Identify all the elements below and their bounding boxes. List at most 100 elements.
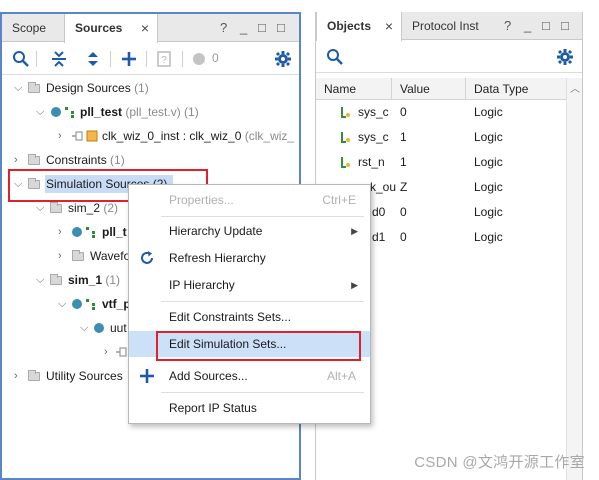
chevron-right-icon[interactable]: › [104,340,114,364]
properties-icon[interactable]: ? [155,50,173,68]
menu-item-ip-hierarchy[interactable]: IP Hierarchy ▶ [129,272,370,298]
vertical-scrollbar[interactable]: ︿ [566,78,582,480]
menu-item-label: Refresh Hierarchy [169,251,266,265]
search-icon[interactable] [326,48,344,66]
add-icon[interactable] [120,50,138,68]
tree-count: (2) [103,201,119,215]
tree-label: Utility Sources [46,369,123,383]
gear-icon[interactable] [556,48,574,66]
annotation-highlight-box [156,331,361,361]
tab-objects[interactable]: Objects × [316,12,402,41]
column-header-name[interactable]: Name [316,78,392,100]
folder-icon [28,370,40,381]
add-icon [140,369,154,383]
menu-item-report-ip-status[interactable]: Report IP Status [129,395,370,421]
folder-icon [50,202,62,213]
cell-name: d1 [372,230,386,244]
menu-item-add-sources[interactable]: Add Sources... Alt+A [129,363,370,389]
table-row[interactable]: sys_c 1 Logic [316,125,564,150]
ip-pin-icon [72,131,83,141]
folder-icon [28,154,40,165]
tab-protocol-label: Protocol Inst [412,19,479,33]
table-row[interactable]: sys_c 0 Logic [316,100,564,125]
chevron-right-icon[interactable]: › [58,244,68,268]
objects-tabbar: Objects × Protocol Inst ? _ □ □ [316,12,582,41]
toolbar-divider [36,51,37,67]
collapse-all-icon[interactable] [50,50,68,68]
watermark: CSDN @文鸿开源工作室 [414,454,585,471]
cell-type: Logic [474,130,503,144]
menu-item-label: Hierarchy Update [169,224,263,238]
menu-item-properties[interactable]: Properties... Ctrl+E [129,187,370,213]
menu-item-shortcut: Alt+A [326,369,356,383]
chevron-right-icon[interactable]: › [14,364,24,388]
close-icon[interactable]: × [385,12,393,40]
folder-icon [28,82,40,93]
submenu-arrow-icon: ▶ [351,226,358,236]
ip-core-icon [86,130,98,142]
tree-label: Wavefo [90,249,131,263]
menu-item-refresh-hierarchy[interactable]: Refresh Hierarchy [129,245,370,271]
maximize-icon[interactable]: □ [258,14,266,42]
submenu-arrow-icon: ▶ [351,280,358,290]
cell-value: 0 [400,105,407,119]
menu-item-hierarchy-update[interactable]: Hierarchy Update ▶ [129,218,370,244]
menu-separator [161,216,364,217]
cell-type: Logic [474,155,503,169]
chevron-down-icon[interactable]: ⌵ [14,76,24,100]
minimize-icon[interactable]: _ [240,14,247,42]
tree-file: (pll_test.v) (1) [125,105,199,119]
cell-name: d0 [372,205,386,219]
cell-type: Logic [474,205,503,219]
chevron-down-icon[interactable]: ⌵ [58,292,68,316]
search-icon[interactable] [12,50,30,68]
top-module-icon [72,227,82,237]
cell-type: Logic [474,180,503,194]
tree-label: sim_2 [68,201,101,215]
table-row[interactable]: rst_n 1 Logic [316,150,564,175]
expand-all-icon[interactable] [84,50,102,68]
chevron-down-icon[interactable]: ⌵ [80,316,90,340]
column-header-type[interactable]: Data Type [466,78,566,100]
status-dot-icon [193,53,205,65]
tree-label: clk_wiz_0_inst : clk_wiz_0 [102,129,242,143]
folder-icon [72,250,84,261]
chevron-right-icon[interactable]: › [58,124,68,148]
restore-icon[interactable]: □ [561,12,569,40]
minimize-icon[interactable]: _ [524,12,531,40]
chevron-down-icon[interactable]: ⌵ [36,100,46,124]
folder-icon [50,274,62,285]
tree-label: pll_t [102,225,127,239]
maximize-icon[interactable]: □ [542,12,550,40]
tab-sources-label: Sources [75,21,123,35]
tree-label: pll_test [80,105,123,119]
chevron-down-icon[interactable]: ⌵ [36,268,46,292]
signal-icon [341,107,350,118]
cell-name: rst_n [358,155,385,169]
tab-protocol-inst[interactable]: Protocol Inst [402,12,496,40]
close-icon[interactable]: × [141,14,149,42]
toolbar-divider [146,51,147,67]
menu-item-edit-constraints-sets[interactable]: Edit Constraints Sets... [129,304,370,330]
menu-item-label: Add Sources... [169,369,248,383]
scroll-up-icon[interactable]: ︿ [570,80,580,95]
column-header-value[interactable]: Value [392,78,466,100]
signal-icon [341,157,350,168]
gear-icon[interactable] [274,50,292,68]
hierarchy-icon [65,107,74,118]
cell-name: sys_c [358,105,389,119]
cell-value: Z [400,180,408,194]
help-icon[interactable]: ? [220,14,227,42]
tab-scope-label: Scope [12,21,47,35]
tab-sources[interactable]: Sources × [64,14,158,43]
signal-icon [341,132,350,143]
tab-scope[interactable]: Scope [2,14,64,42]
cell-name: k_ou [370,180,397,194]
restore-icon[interactable]: □ [277,14,285,42]
help-icon[interactable]: ? [504,12,511,40]
chevron-right-icon[interactable]: › [58,220,68,244]
tree-label: sim_1 [68,273,103,287]
context-menu: Properties... Ctrl+E Hierarchy Update ▶ … [128,184,371,424]
cell-value: 1 [400,155,407,169]
tree-label: Constraints [46,153,107,167]
